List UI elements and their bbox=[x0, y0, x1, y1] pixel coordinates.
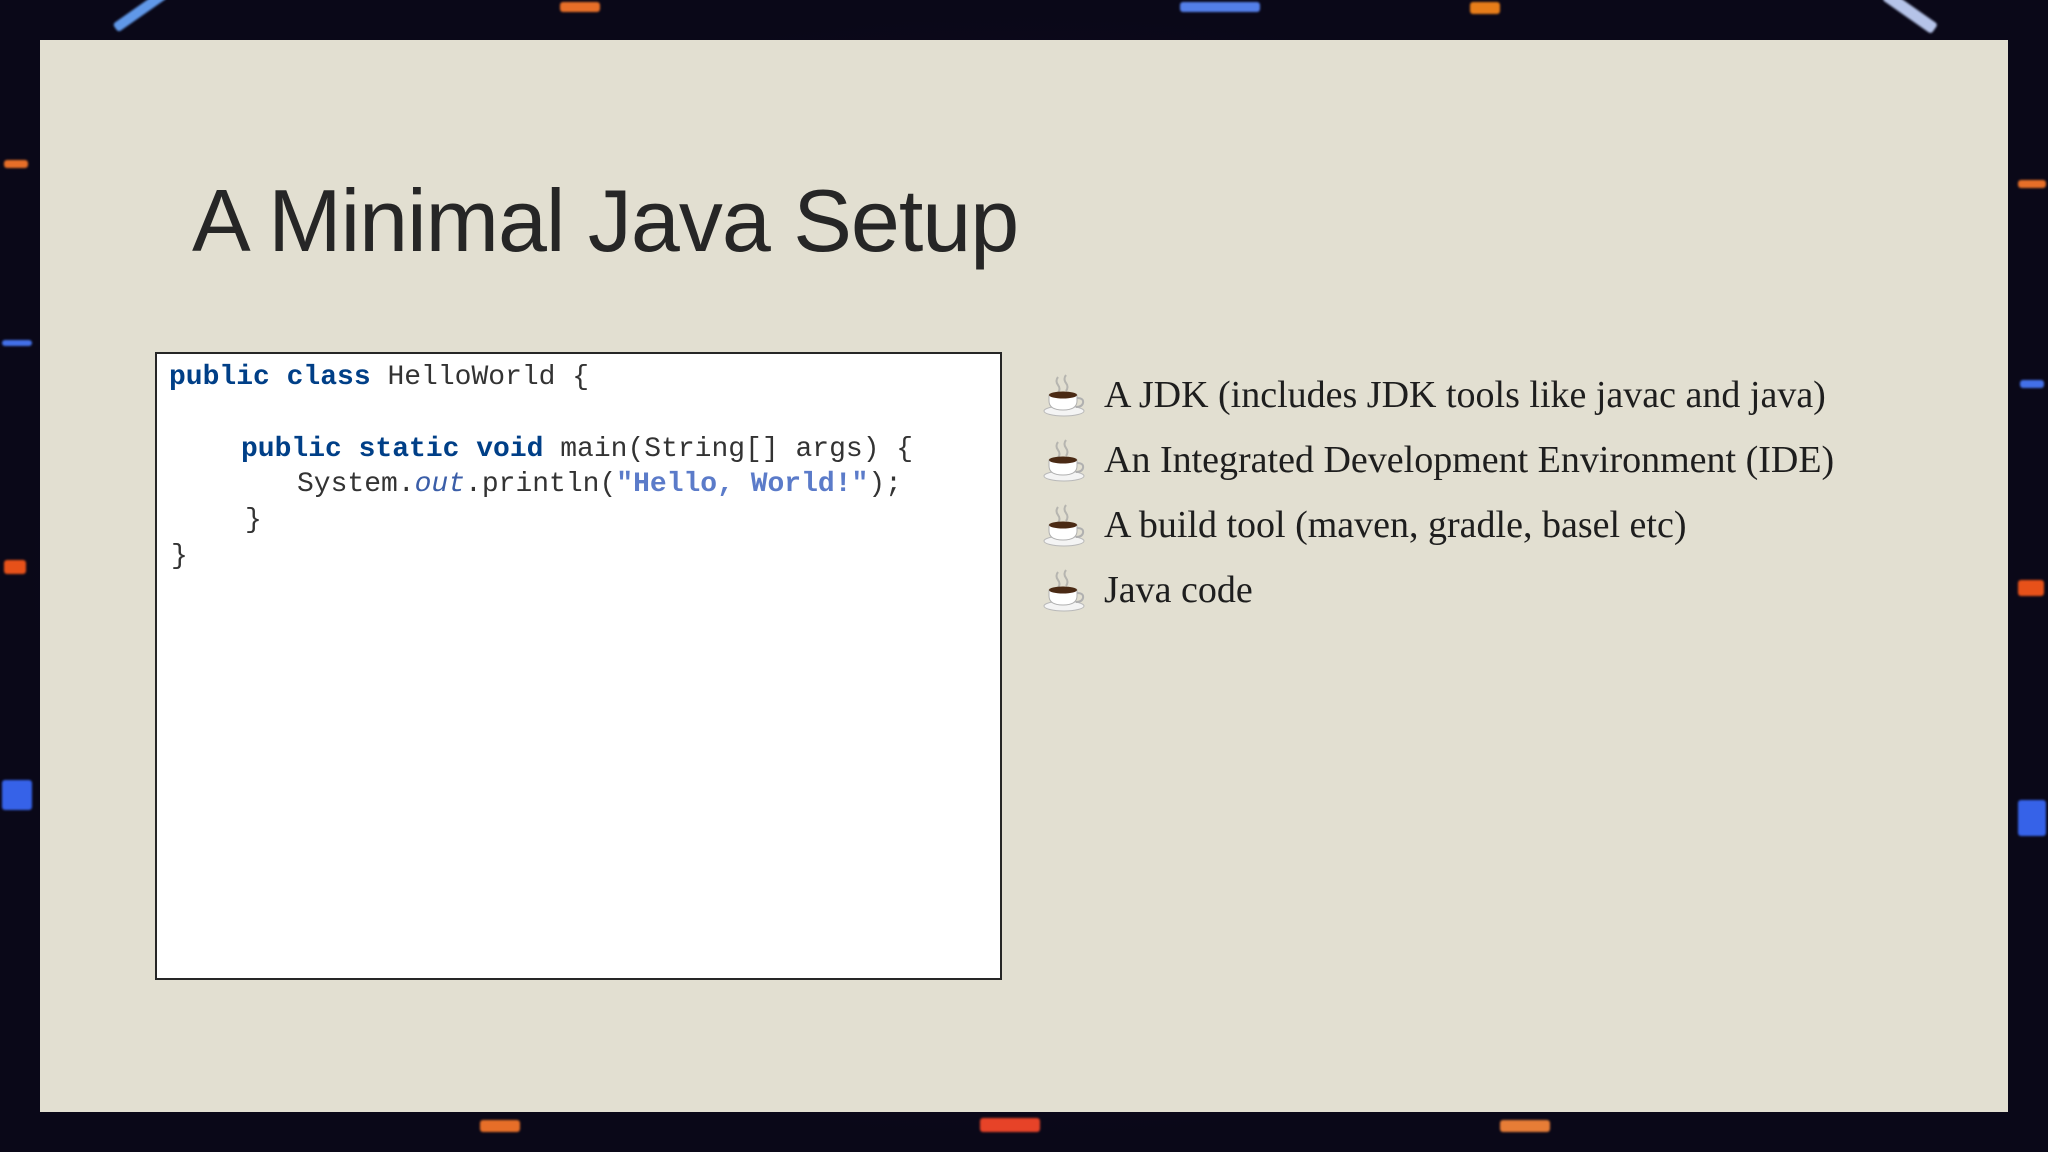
slide-title: A Minimal Java Setup bbox=[192, 171, 1019, 270]
light-streak bbox=[4, 160, 28, 168]
coffee-cup-icon bbox=[1040, 501, 1088, 549]
light-streak bbox=[1470, 2, 1500, 14]
list-item: Java code bbox=[1040, 557, 1834, 622]
list-item: An Integrated Development Environment (I… bbox=[1040, 427, 1834, 492]
code-string-literal: "Hello, World!" bbox=[616, 469, 869, 500]
code-italic-field: out bbox=[414, 469, 466, 500]
light-streak bbox=[2, 340, 32, 346]
list-item: A JDK (includes JDK tools like javac and… bbox=[1040, 362, 1834, 427]
code-text: ); bbox=[868, 469, 902, 500]
code-line-close-class: } bbox=[171, 541, 188, 572]
coffee-cup-icon bbox=[1040, 436, 1088, 484]
code-keyword: public class bbox=[169, 362, 371, 393]
light-streak bbox=[1180, 2, 1260, 12]
coffee-cup-icon bbox=[1040, 371, 1088, 419]
slide-canvas: A Minimal Java Setup public class HelloW… bbox=[40, 40, 2008, 1112]
light-streak bbox=[2020, 380, 2044, 388]
code-text: main(String[] args) { bbox=[543, 434, 914, 465]
bullet-text: A JDK (includes JDK tools like javac and… bbox=[1104, 373, 1826, 416]
list-item: A build tool (maven, gradle, basel etc) bbox=[1040, 492, 1834, 557]
light-streak bbox=[2018, 800, 2046, 836]
light-streak bbox=[2018, 580, 2044, 596]
bullet-text: Java code bbox=[1104, 568, 1253, 611]
bullet-list: A JDK (includes JDK tools like javac and… bbox=[1040, 362, 1834, 622]
code-block: public class HelloWorld { public static … bbox=[155, 352, 1002, 980]
code-keyword: public static void bbox=[241, 434, 544, 465]
code-line-main-method: public static void main(String[] args) { bbox=[241, 434, 913, 465]
light-streak bbox=[1881, 0, 1939, 35]
light-streak bbox=[2018, 180, 2046, 188]
light-streak bbox=[112, 0, 168, 33]
bullet-text: A build tool (maven, gradle, basel etc) bbox=[1104, 503, 1687, 546]
code-text: .println( bbox=[465, 469, 617, 500]
bullet-text: An Integrated Development Environment (I… bbox=[1104, 438, 1835, 481]
light-streak bbox=[2, 780, 32, 810]
code-text: HelloWorld { bbox=[370, 362, 590, 393]
coffee-cup-icon bbox=[1040, 566, 1088, 614]
light-streak bbox=[1500, 1120, 1550, 1132]
code-line-close-method: } bbox=[245, 505, 262, 536]
code-line-class-declaration: public class HelloWorld { bbox=[169, 362, 589, 393]
code-text: System. bbox=[297, 469, 415, 500]
light-streak bbox=[480, 1120, 520, 1132]
light-streak bbox=[4, 560, 26, 574]
light-streak bbox=[980, 1118, 1040, 1132]
code-line-println: System.out.println("Hello, World!"); bbox=[297, 469, 902, 500]
light-streak bbox=[560, 2, 600, 12]
